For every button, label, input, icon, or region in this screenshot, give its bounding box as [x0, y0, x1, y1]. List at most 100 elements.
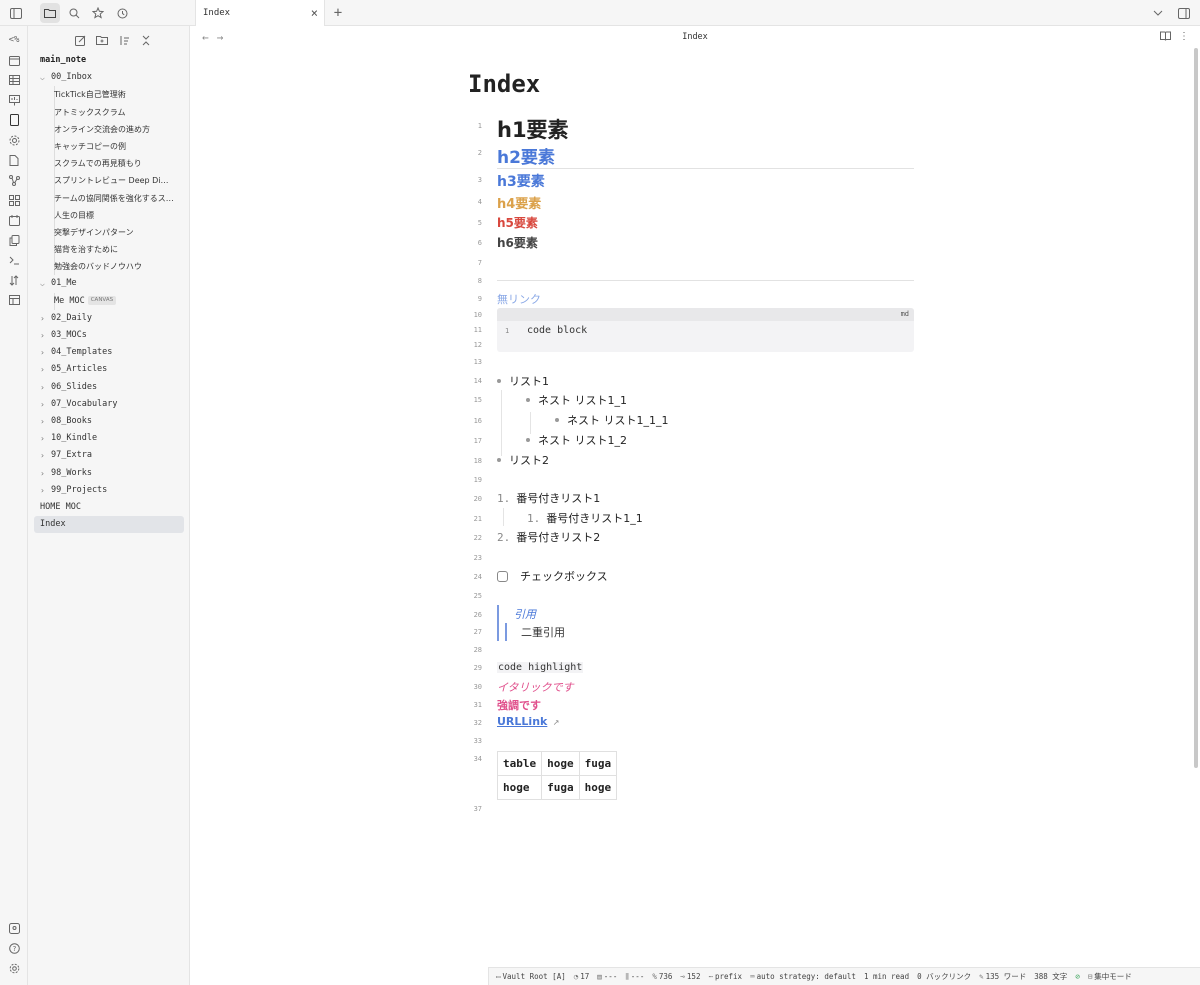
heading-h4[interactable]: h4要素	[497, 193, 541, 212]
search-icon[interactable]	[64, 3, 84, 23]
folder-97-extra[interactable]: › 97_Extra	[34, 447, 184, 464]
table-cell[interactable]: fuga	[578, 751, 618, 776]
template-icon[interactable]: <%	[5, 32, 23, 48]
status-auto[interactable]: ⌨ auto strategy: default	[750, 972, 856, 981]
folder-99-projects[interactable]: › 99_Projects	[34, 482, 184, 499]
tab-index[interactable]: Index ×	[195, 0, 325, 26]
list-item[interactable]: ネスト リスト1_1	[526, 392, 627, 408]
table-cell[interactable]: table	[496, 751, 543, 776]
ordered-list-item[interactable]: 1. 番号付きリスト1_1	[527, 510, 643, 526]
calendar-grid-icon[interactable]	[5, 212, 23, 228]
sort-icon[interactable]	[5, 272, 23, 288]
status-c[interactable]: ⫼ ---	[625, 972, 644, 982]
heading-h6[interactable]: h6要素	[497, 234, 538, 251]
status-chars[interactable]: 388 文字	[1034, 971, 1067, 982]
gear-outline-icon[interactable]	[5, 132, 23, 148]
status-prefix[interactable]: ⋯ prefix	[708, 972, 742, 981]
files-icon[interactable]	[40, 3, 60, 23]
file-item[interactable]: TickTick自己管理術	[34, 86, 184, 103]
url-link[interactable]: URLLink	[497, 715, 547, 728]
folder-03-mocs[interactable]: › 03_MOCs	[34, 327, 184, 344]
chevron-down-icon[interactable]	[1148, 3, 1168, 23]
status-a[interactable]: ◔ 17	[574, 972, 590, 981]
file-item[interactable]: キャッチコピーの例	[34, 138, 184, 155]
file-item[interactable]: 人生の目標	[34, 207, 184, 224]
bookmark-star-icon[interactable]	[88, 3, 108, 23]
table-icon[interactable]	[5, 72, 23, 88]
file-item-me-moc[interactable]: Me MOC CANVAS	[34, 293, 184, 310]
copy-icon[interactable]	[5, 232, 23, 248]
unresolved-link[interactable]: 無リンク	[497, 291, 541, 307]
folder-04-templates[interactable]: › 04_Templates	[34, 344, 184, 361]
scrollbar[interactable]	[1194, 48, 1198, 768]
status-e[interactable]: ⊸ 152	[680, 972, 700, 981]
ordered-list-item[interactable]: 1. 番号付きリスト1	[497, 490, 600, 506]
sort-order-icon[interactable]	[116, 32, 132, 48]
table-cell[interactable]: hoge	[578, 775, 618, 800]
status-vault[interactable]: ▭ Vault Root [A]	[496, 972, 566, 981]
new-tab-button[interactable]: +	[330, 4, 346, 22]
checkbox[interactable]	[497, 570, 508, 582]
file-item[interactable]: 猫背を治すために	[34, 241, 184, 258]
file-item-home-moc[interactable]: HOME MOC	[34, 499, 184, 516]
file-item-index-active[interactable]: Index	[34, 516, 184, 534]
phone-icon[interactable]	[5, 112, 23, 128]
folder-07-vocabulary[interactable]: › 07_Vocabulary	[34, 396, 184, 413]
right-sidebar-icon[interactable]	[1174, 3, 1194, 23]
view-header-title[interactable]: Index	[190, 32, 1200, 42]
code-block[interactable]: md 1 code block	[497, 308, 914, 352]
vault-icon[interactable]	[5, 920, 23, 936]
list-item[interactable]: リスト2	[497, 452, 549, 468]
folder-02-daily[interactable]: › 02_Daily	[34, 310, 184, 327]
file-sync-icon[interactable]	[5, 152, 23, 168]
folder-01-me[interactable]: ⌵ 01_Me	[34, 275, 184, 292]
recent-clock-icon[interactable]	[112, 3, 132, 23]
file-item[interactable]: 突撃デザインパターン	[34, 224, 184, 241]
bold-text[interactable]: 強調です	[497, 697, 541, 713]
layout-icon[interactable]	[5, 292, 23, 308]
presentation-icon[interactable]	[5, 92, 23, 108]
blockquote[interactable]: 引用	[514, 606, 536, 622]
file-item[interactable]: オンライン交流会の進め方	[34, 121, 184, 138]
terminal-icon[interactable]	[5, 252, 23, 268]
status-b[interactable]: ▤ ---	[597, 972, 617, 981]
help-icon[interactable]: ?	[5, 940, 23, 956]
list-item[interactable]: ネスト リスト1_2	[526, 432, 627, 448]
folder-98-works[interactable]: › 98_Works	[34, 465, 184, 482]
status-sync[interactable]: ⊘	[1075, 972, 1080, 981]
folder-00-inbox[interactable]: ⌵ 00_Inbox	[34, 69, 184, 86]
calendar-icon[interactable]	[5, 52, 23, 68]
heading-h3[interactable]: h3要素	[497, 171, 545, 191]
heading-h1[interactable]: h1要素	[497, 114, 569, 144]
collapse-all-icon[interactable]	[138, 32, 154, 48]
new-folder-icon[interactable]	[94, 32, 110, 48]
page-title[interactable]: Index	[468, 70, 540, 98]
status-words[interactable]: ✎ 135 ワード	[979, 971, 1026, 982]
markdown-table[interactable]: table hoge fuga hoge fuga hoge	[496, 751, 618, 800]
tab-close-button[interactable]: ×	[311, 5, 318, 21]
file-item[interactable]: アトミックスクラム	[34, 104, 184, 121]
file-item[interactable]: スプリントレビュー Deep Di…	[34, 172, 184, 189]
file-item[interactable]: 勉強会のバッドノウハウ	[34, 258, 184, 275]
heading-h5[interactable]: h5要素	[497, 214, 538, 231]
italic-text[interactable]: イタリックです	[497, 679, 574, 695]
table-cell[interactable]: hoge	[541, 751, 580, 776]
folder-10-kindle[interactable]: › 10_Kindle	[34, 430, 184, 447]
folder-06-slides[interactable]: › 06_Slides	[34, 379, 184, 396]
list-item[interactable]: ネスト リスト1_1_1	[555, 412, 669, 428]
settings-icon[interactable]	[5, 960, 23, 976]
status-focus-mode[interactable]: ⊟ 集中モード	[1088, 971, 1132, 982]
nested-blockquote[interactable]: 二重引用	[521, 624, 565, 640]
heading-h2[interactable]: h2要素	[497, 143, 555, 168]
folder-08-books[interactable]: › 08_Books	[34, 413, 184, 430]
new-note-icon[interactable]	[72, 32, 88, 48]
reading-view-icon[interactable]	[1160, 31, 1171, 44]
task-item[interactable]: チェックボックス	[497, 568, 608, 584]
status-d[interactable]: % 736	[652, 972, 672, 981]
more-options-icon[interactable]: ⋮	[1179, 31, 1190, 44]
sidebar-toggle-icon[interactable]	[6, 3, 26, 23]
table-cell[interactable]: hoge	[496, 775, 543, 800]
status-backlinks[interactable]: 0 バックリンク	[917, 971, 971, 982]
folder-05-articles[interactable]: › 05_Articles	[34, 361, 184, 378]
inline-code-line[interactable]: code highlight	[497, 662, 584, 673]
